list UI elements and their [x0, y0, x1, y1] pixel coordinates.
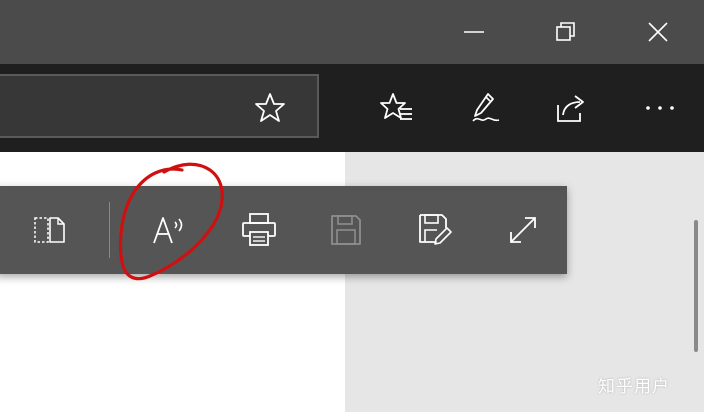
close-icon	[648, 22, 668, 42]
more-button[interactable]	[636, 84, 684, 132]
page-view-icon	[34, 217, 65, 243]
title-bar	[0, 0, 704, 64]
fullscreen-icon	[510, 217, 536, 243]
restore-icon	[556, 22, 575, 41]
web-note-button[interactable]	[462, 84, 510, 132]
reading-toolbar	[0, 186, 567, 274]
share-icon	[557, 95, 584, 122]
star-icon	[255, 93, 285, 122]
fullscreen-button[interactable]	[499, 206, 547, 254]
minimize-icon	[464, 31, 484, 33]
address-input[interactable]	[6, 90, 250, 124]
read-aloud-button[interactable]	[146, 206, 194, 254]
address-bar[interactable]	[0, 74, 319, 138]
toolbar-separator	[109, 202, 110, 258]
page-view-button[interactable]	[25, 206, 73, 254]
pen-icon	[472, 93, 500, 122]
add-favorite-button[interactable]	[250, 88, 290, 128]
navigation-bar	[0, 64, 704, 152]
scrollbar-thumb[interactable]	[694, 220, 698, 352]
favorites-list-icon	[380, 93, 412, 120]
minimize-button[interactable]	[428, 0, 520, 64]
save-icon	[331, 215, 361, 245]
restore-button[interactable]	[520, 0, 612, 64]
watermark-text: 知乎用户	[598, 377, 670, 397]
share-button[interactable]	[547, 84, 595, 132]
more-icon	[646, 106, 674, 110]
read-aloud-icon	[153, 217, 183, 244]
print-button[interactable]	[235, 206, 283, 254]
save-button	[322, 206, 370, 254]
printer-icon	[242, 213, 276, 246]
save-as-button[interactable]	[411, 206, 459, 254]
favorites-list-button[interactable]	[373, 84, 421, 132]
close-button[interactable]	[612, 0, 704, 64]
save-as-icon	[419, 214, 452, 245]
